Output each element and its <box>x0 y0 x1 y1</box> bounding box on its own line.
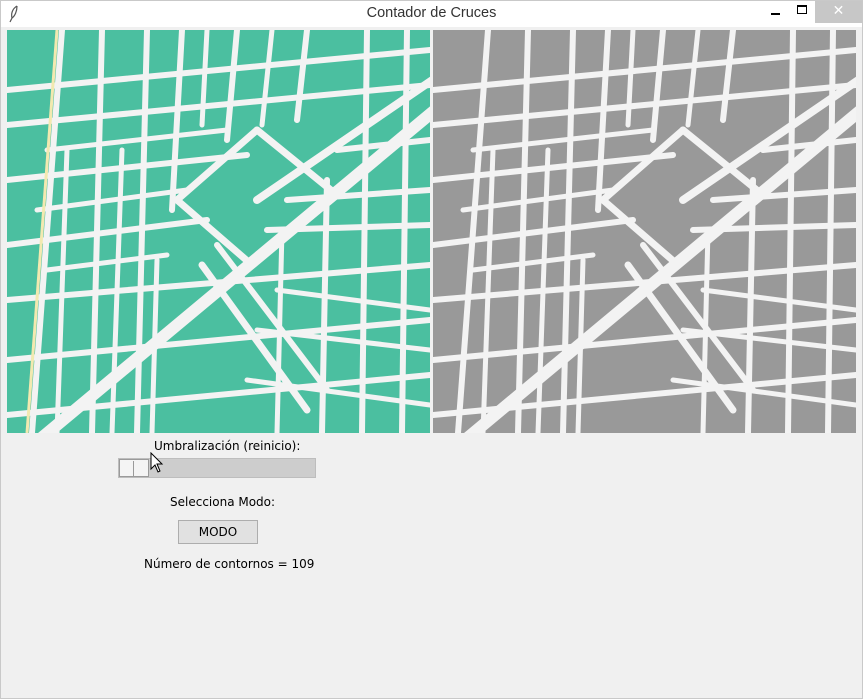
minimize-button[interactable] <box>761 1 789 23</box>
maximize-icon <box>797 5 807 14</box>
original-map-canvas <box>7 30 430 433</box>
contour-count-label: Número de contornos = 109 <box>144 557 315 571</box>
slider-thumb[interactable] <box>119 459 149 477</box>
map-image-thresholded <box>433 30 856 433</box>
mode-button[interactable]: MODO <box>178 520 258 544</box>
minimize-icon <box>771 13 780 15</box>
threshold-slider[interactable] <box>118 458 316 478</box>
title-bar[interactable]: Contador de Cruces ✕ <box>1 1 862 27</box>
maximize-button[interactable] <box>789 1 817 23</box>
close-button[interactable]: ✕ <box>815 1 862 23</box>
window-title: Contador de Cruces <box>366 5 497 21</box>
app-window: Contador de Cruces ✕ Umbralización (rein… <box>0 0 863 699</box>
close-icon: ✕ <box>832 3 845 19</box>
mode-label: Selecciona Modo: <box>170 495 276 509</box>
mouse-pointer-icon <box>150 451 164 474</box>
threshold-label: Umbralización (reinicio): <box>154 439 301 453</box>
map-image-original <box>7 30 430 433</box>
slider-grip <box>133 461 134 476</box>
thresholded-map-canvas <box>433 30 856 433</box>
